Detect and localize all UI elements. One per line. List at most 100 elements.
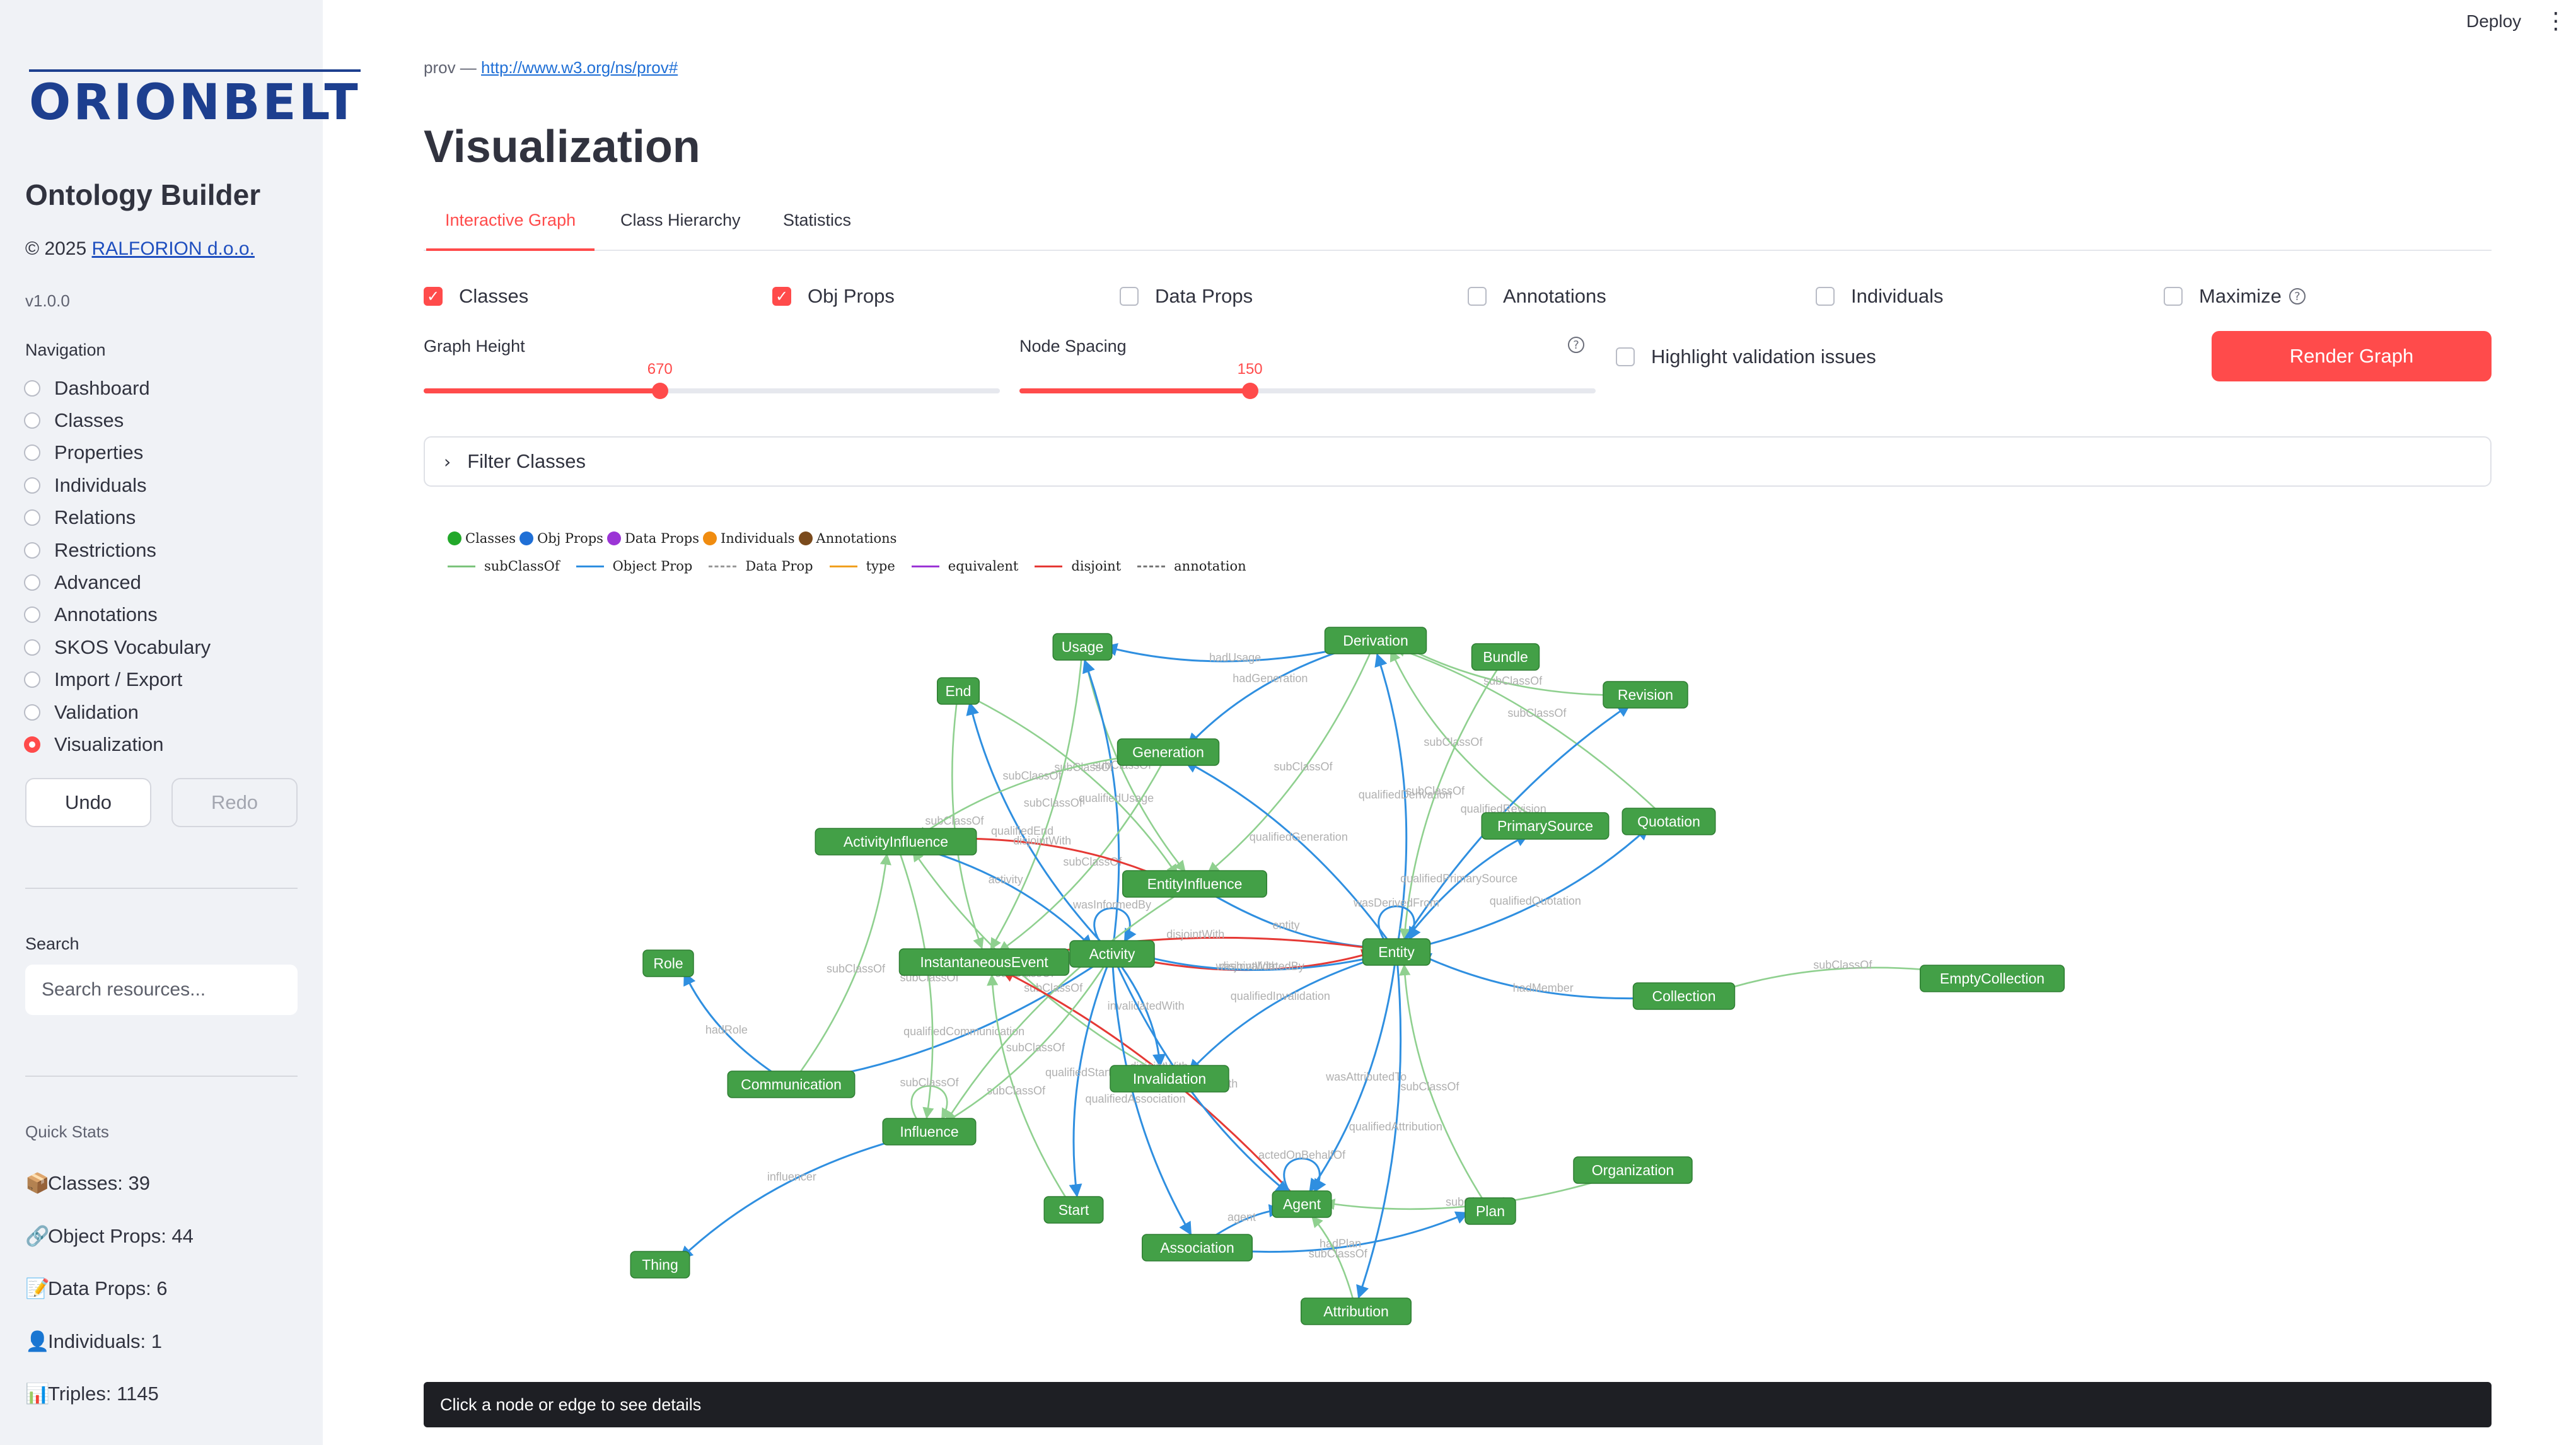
highlight-validation-checkbox[interactable]: Highlight validation issues	[1616, 345, 1876, 368]
checkbox-box[interactable]	[772, 287, 791, 306]
graph-node-empty-collection[interactable]: EmptyCollection	[1920, 965, 2065, 992]
deploy-button[interactable]: Deploy	[2466, 11, 2521, 32]
nav-item-skos-vocabulary[interactable]: SKOS Vocabulary	[24, 631, 211, 663]
data-props-checkbox[interactable]: Data Props	[1120, 285, 1253, 308]
graph-edge-was-invalidated-by[interactable]: wasInvalidatedBy	[1133, 950, 1397, 973]
graph-node-invalidation[interactable]: Invalidation	[1110, 1065, 1229, 1093]
graph-node-role[interactable]: Role	[642, 949, 694, 977]
graph-node-primary-source[interactable]: PrimarySource	[1481, 812, 1610, 840]
edge-line[interactable]	[1311, 1216, 1357, 1312]
undo-button[interactable]: Undo	[25, 778, 151, 827]
graph-node-agent[interactable]: Agent	[1272, 1190, 1332, 1218]
radio-button[interactable]	[24, 639, 40, 656]
node-spacing-slider[interactable]	[1019, 388, 1596, 393]
radio-button[interactable]	[24, 704, 40, 721]
graph-edge-qualified-attribution[interactable]: qualifiedAttribution	[1349, 951, 1442, 1299]
main-menu-icon[interactable]: ⋮	[2544, 8, 2567, 34]
graph-node-organization[interactable]: Organization	[1573, 1156, 1693, 1184]
checkbox-box[interactable]	[1616, 347, 1635, 366]
help-icon[interactable]: ?	[2289, 288, 2306, 305]
graph-edge-qualified-end[interactable]: qualifiedEnd	[966, 701, 1113, 955]
graph-node-activity[interactable]: Activity	[1069, 940, 1155, 968]
namespace-link[interactable]: http://www.w3.org/ns/prov#	[481, 58, 678, 77]
graph-node-usage[interactable]: Usage	[1052, 633, 1113, 661]
graph-edge-was-derived-from[interactable]: wasDerivedFrom	[1353, 897, 1439, 941]
graph-node-start[interactable]: Start	[1043, 1196, 1104, 1224]
ontology-graph[interactable]: hadUsagehadGenerationsubClassOfqualified…	[424, 530, 2492, 1353]
graph-node-end[interactable]: End	[937, 677, 980, 705]
radio-button[interactable]	[24, 509, 40, 526]
graph-node-communication[interactable]: Communication	[727, 1071, 856, 1098]
nav-item-dashboard[interactable]: Dashboard	[24, 372, 211, 404]
filter-classes-expander[interactable]: › Filter Classes	[424, 436, 2492, 487]
radio-button[interactable]	[24, 542, 40, 559]
nav-item-annotations[interactable]: Annotations	[24, 599, 211, 631]
maximize-checkbox[interactable]: Maximize?	[2164, 285, 2306, 308]
edge-line[interactable]	[958, 690, 1178, 876]
checkbox-box[interactable]	[1468, 287, 1487, 306]
radio-button[interactable]	[24, 380, 40, 397]
graph-edge-had-role[interactable]: hadRole	[683, 972, 792, 1086]
graph-node-thing[interactable]: Thing	[630, 1251, 690, 1279]
tab-interactive-graph[interactable]: Interactive Graph	[426, 211, 595, 251]
graph-edge-sub-class-of[interactable]: subClassOf	[1399, 963, 1492, 1212]
radio-button[interactable]	[24, 736, 40, 753]
help-icon[interactable]: ?	[1568, 337, 1584, 353]
nav-item-properties[interactable]: Properties	[24, 437, 211, 469]
nav-item-individuals[interactable]: Individuals	[24, 469, 211, 501]
graph-node-activity-influence[interactable]: ActivityInfluence	[815, 828, 977, 856]
graph-node-entity[interactable]: Entity	[1362, 938, 1431, 966]
checkbox-box[interactable]	[1816, 287, 1835, 306]
graph-node-entity-influence[interactable]: EntityInfluence	[1122, 870, 1267, 898]
company-link[interactable]: RALFORION d.o.o.	[92, 238, 255, 259]
graph-node-revision[interactable]: Revision	[1603, 681, 1688, 709]
graph-node-bundle[interactable]: Bundle	[1471, 643, 1540, 671]
nav-item-visualization[interactable]: Visualization	[24, 728, 211, 760]
annotations-checkbox[interactable]: Annotations	[1468, 285, 1606, 308]
radio-button[interactable]	[24, 606, 40, 624]
edge-line[interactable]	[1283, 1158, 1326, 1193]
tab-statistics[interactable]: Statistics	[764, 211, 870, 248]
graph-node-collection[interactable]: Collection	[1632, 982, 1736, 1010]
checkbox-box[interactable]	[2164, 287, 2183, 306]
graph-edge-sub-class-of[interactable]: subClassOf	[925, 690, 984, 949]
edge-line[interactable]	[1093, 907, 1137, 943]
graph-edge-influencer[interactable]: influencer	[679, 1130, 930, 1260]
radio-button[interactable]	[24, 444, 40, 461]
nav-item-restrictions[interactable]: Restrictions	[24, 534, 211, 566]
radio-button[interactable]	[24, 412, 40, 429]
classes-checkbox[interactable]: Classes	[424, 285, 528, 308]
graph-height-slider-thumb[interactable]	[651, 383, 668, 399]
radio-button[interactable]	[24, 477, 40, 494]
edge-line[interactable]	[1396, 827, 1650, 953]
graph-node-generation[interactable]: Generation	[1117, 738, 1220, 766]
individuals-checkbox[interactable]: Individuals	[1816, 285, 1943, 308]
graph-node-derivation[interactable]: Derivation	[1324, 627, 1427, 654]
radio-button[interactable]	[24, 671, 40, 688]
checkbox-box[interactable]	[1120, 287, 1139, 306]
graph-height-slider[interactable]	[424, 388, 1000, 393]
graph-node-plan[interactable]: Plan	[1465, 1197, 1516, 1225]
graph-node-quotation[interactable]: Quotation	[1622, 808, 1716, 835]
graph-edge-acted-on-behalf-of[interactable]: actedOnBehalfOf	[1258, 1149, 1346, 1193]
nav-item-relations[interactable]: Relations	[24, 502, 211, 534]
graph-edge-qualified-association[interactable]: qualifiedAssociation	[1085, 953, 1192, 1236]
graph-node-instantaneous-event[interactable]: InstantaneousEvent	[898, 948, 1070, 976]
nav-item-validation[interactable]: Validation	[24, 696, 211, 728]
graph-node-association[interactable]: Association	[1142, 1234, 1253, 1262]
tab-class-hierarchy[interactable]: Class Hierarchy	[601, 211, 760, 248]
edge-line[interactable]	[679, 1130, 930, 1260]
nav-item-classes[interactable]: Classes	[24, 404, 211, 436]
node-spacing-slider-thumb[interactable]	[1241, 383, 1258, 399]
redo-button[interactable]: Redo	[171, 778, 298, 827]
graph-node-influence[interactable]: Influence	[882, 1118, 977, 1146]
graph-edge-sub-class-of[interactable]: subClassOf	[958, 690, 1178, 876]
obj-props-checkbox[interactable]: Obj Props	[772, 285, 895, 308]
graph-node-attribution[interactable]: Attribution	[1301, 1297, 1412, 1325]
render-graph-button[interactable]: Render Graph	[2212, 331, 2492, 381]
graph-edge-qualified-quotation[interactable]: qualifiedQuotation	[1396, 827, 1650, 953]
radio-button[interactable]	[24, 574, 40, 591]
search-input[interactable]	[25, 965, 298, 1015]
graph-edge-sub-class-of[interactable]: subClassOf	[790, 853, 891, 1085]
nav-item-advanced[interactable]: Advanced	[24, 566, 211, 598]
